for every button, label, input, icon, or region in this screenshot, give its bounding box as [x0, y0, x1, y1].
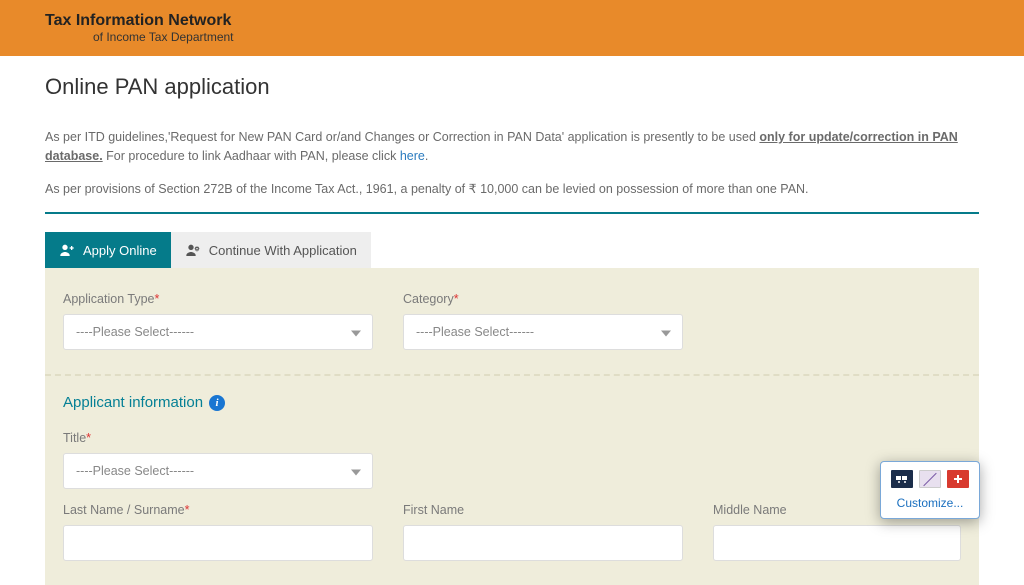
required-mark: *: [454, 292, 459, 306]
applicant-info-heading: Applicant information i: [63, 394, 961, 411]
header-banner: Tax Information Network of Income Tax De…: [0, 0, 1024, 56]
penalty-amount: ₹ 10,000: [469, 182, 519, 196]
header-title: Tax Information Network: [45, 12, 1024, 30]
form-row-title: Title* ----Please Select------: [63, 431, 961, 489]
form-panel-top: Application Type* ----Please Select-----…: [45, 268, 979, 376]
required-mark: *: [155, 292, 160, 306]
last-name-input[interactable]: [63, 525, 373, 561]
tray-icons: [887, 470, 973, 488]
spacer: [713, 292, 961, 350]
title-select[interactable]: ----Please Select------: [63, 453, 373, 489]
first-name-label: First Name: [403, 503, 683, 517]
customize-link[interactable]: Customize...: [887, 496, 973, 510]
title-label: Title*: [63, 431, 373, 445]
form-row-type: Application Type* ----Please Select-----…: [63, 292, 961, 350]
tray-popup: Customize...: [880, 461, 980, 519]
category-select[interactable]: ----Please Select------: [403, 314, 683, 350]
form-row-names: Last Name / Surname* First Name Middle N…: [63, 503, 961, 561]
guideline-text-2: As per provisions of Section 272B of the…: [45, 180, 979, 199]
page-title: Online PAN application: [45, 74, 979, 100]
spacer: [403, 431, 667, 489]
category-label: Category*: [403, 292, 683, 306]
field-category: Category* ----Please Select------: [403, 292, 683, 350]
field-first-name: First Name: [403, 503, 683, 561]
tray-app-icon[interactable]: [891, 470, 913, 488]
guideline-prefix: As per ITD guidelines,'Request for New P…: [45, 130, 759, 144]
here-link[interactable]: here: [400, 149, 425, 163]
last-name-label: Last Name / Surname*: [63, 503, 373, 517]
tray-pen-icon[interactable]: [919, 470, 941, 488]
required-mark: *: [185, 503, 190, 517]
first-name-input[interactable]: [403, 525, 683, 561]
tab-apply-online[interactable]: Apply Online: [45, 232, 171, 268]
tray-red-icon[interactable]: [947, 470, 969, 488]
form-panel-applicant: Applicant information i Title* ----Pleas…: [45, 376, 979, 585]
tabs: Apply Online Continue With Application: [45, 232, 979, 268]
header-subtitle: of Income Tax Department: [45, 30, 1024, 44]
guideline-text-1: As per ITD guidelines,'Request for New P…: [45, 128, 979, 166]
middle-name-input[interactable]: [713, 525, 961, 561]
tab-continue-label: Continue With Application: [209, 243, 357, 258]
section-divider: [45, 212, 979, 214]
penalty-prefix: As per provisions of Section 272B of the…: [45, 182, 469, 196]
main-container: Online PAN application As per ITD guidel…: [0, 56, 1024, 585]
required-mark: *: [86, 431, 91, 445]
info-icon[interactable]: i: [209, 395, 225, 411]
field-last-name: Last Name / Surname*: [63, 503, 373, 561]
field-application-type: Application Type* ----Please Select-----…: [63, 292, 373, 350]
field-title: Title* ----Please Select------: [63, 431, 373, 489]
tab-apply-label: Apply Online: [83, 243, 157, 258]
guideline-end: .: [425, 149, 428, 163]
app-type-label: Application Type*: [63, 292, 373, 306]
user-plus-icon: [59, 242, 75, 258]
user-gear-icon: [185, 242, 201, 258]
guideline-suffix: For procedure to link Aadhaar with PAN, …: [103, 149, 400, 163]
applicant-info-label: Applicant information: [63, 394, 203, 411]
tab-continue[interactable]: Continue With Application: [171, 232, 371, 268]
penalty-suffix: can be levied on possession of more than…: [518, 182, 808, 196]
app-type-select[interactable]: ----Please Select------: [63, 314, 373, 350]
